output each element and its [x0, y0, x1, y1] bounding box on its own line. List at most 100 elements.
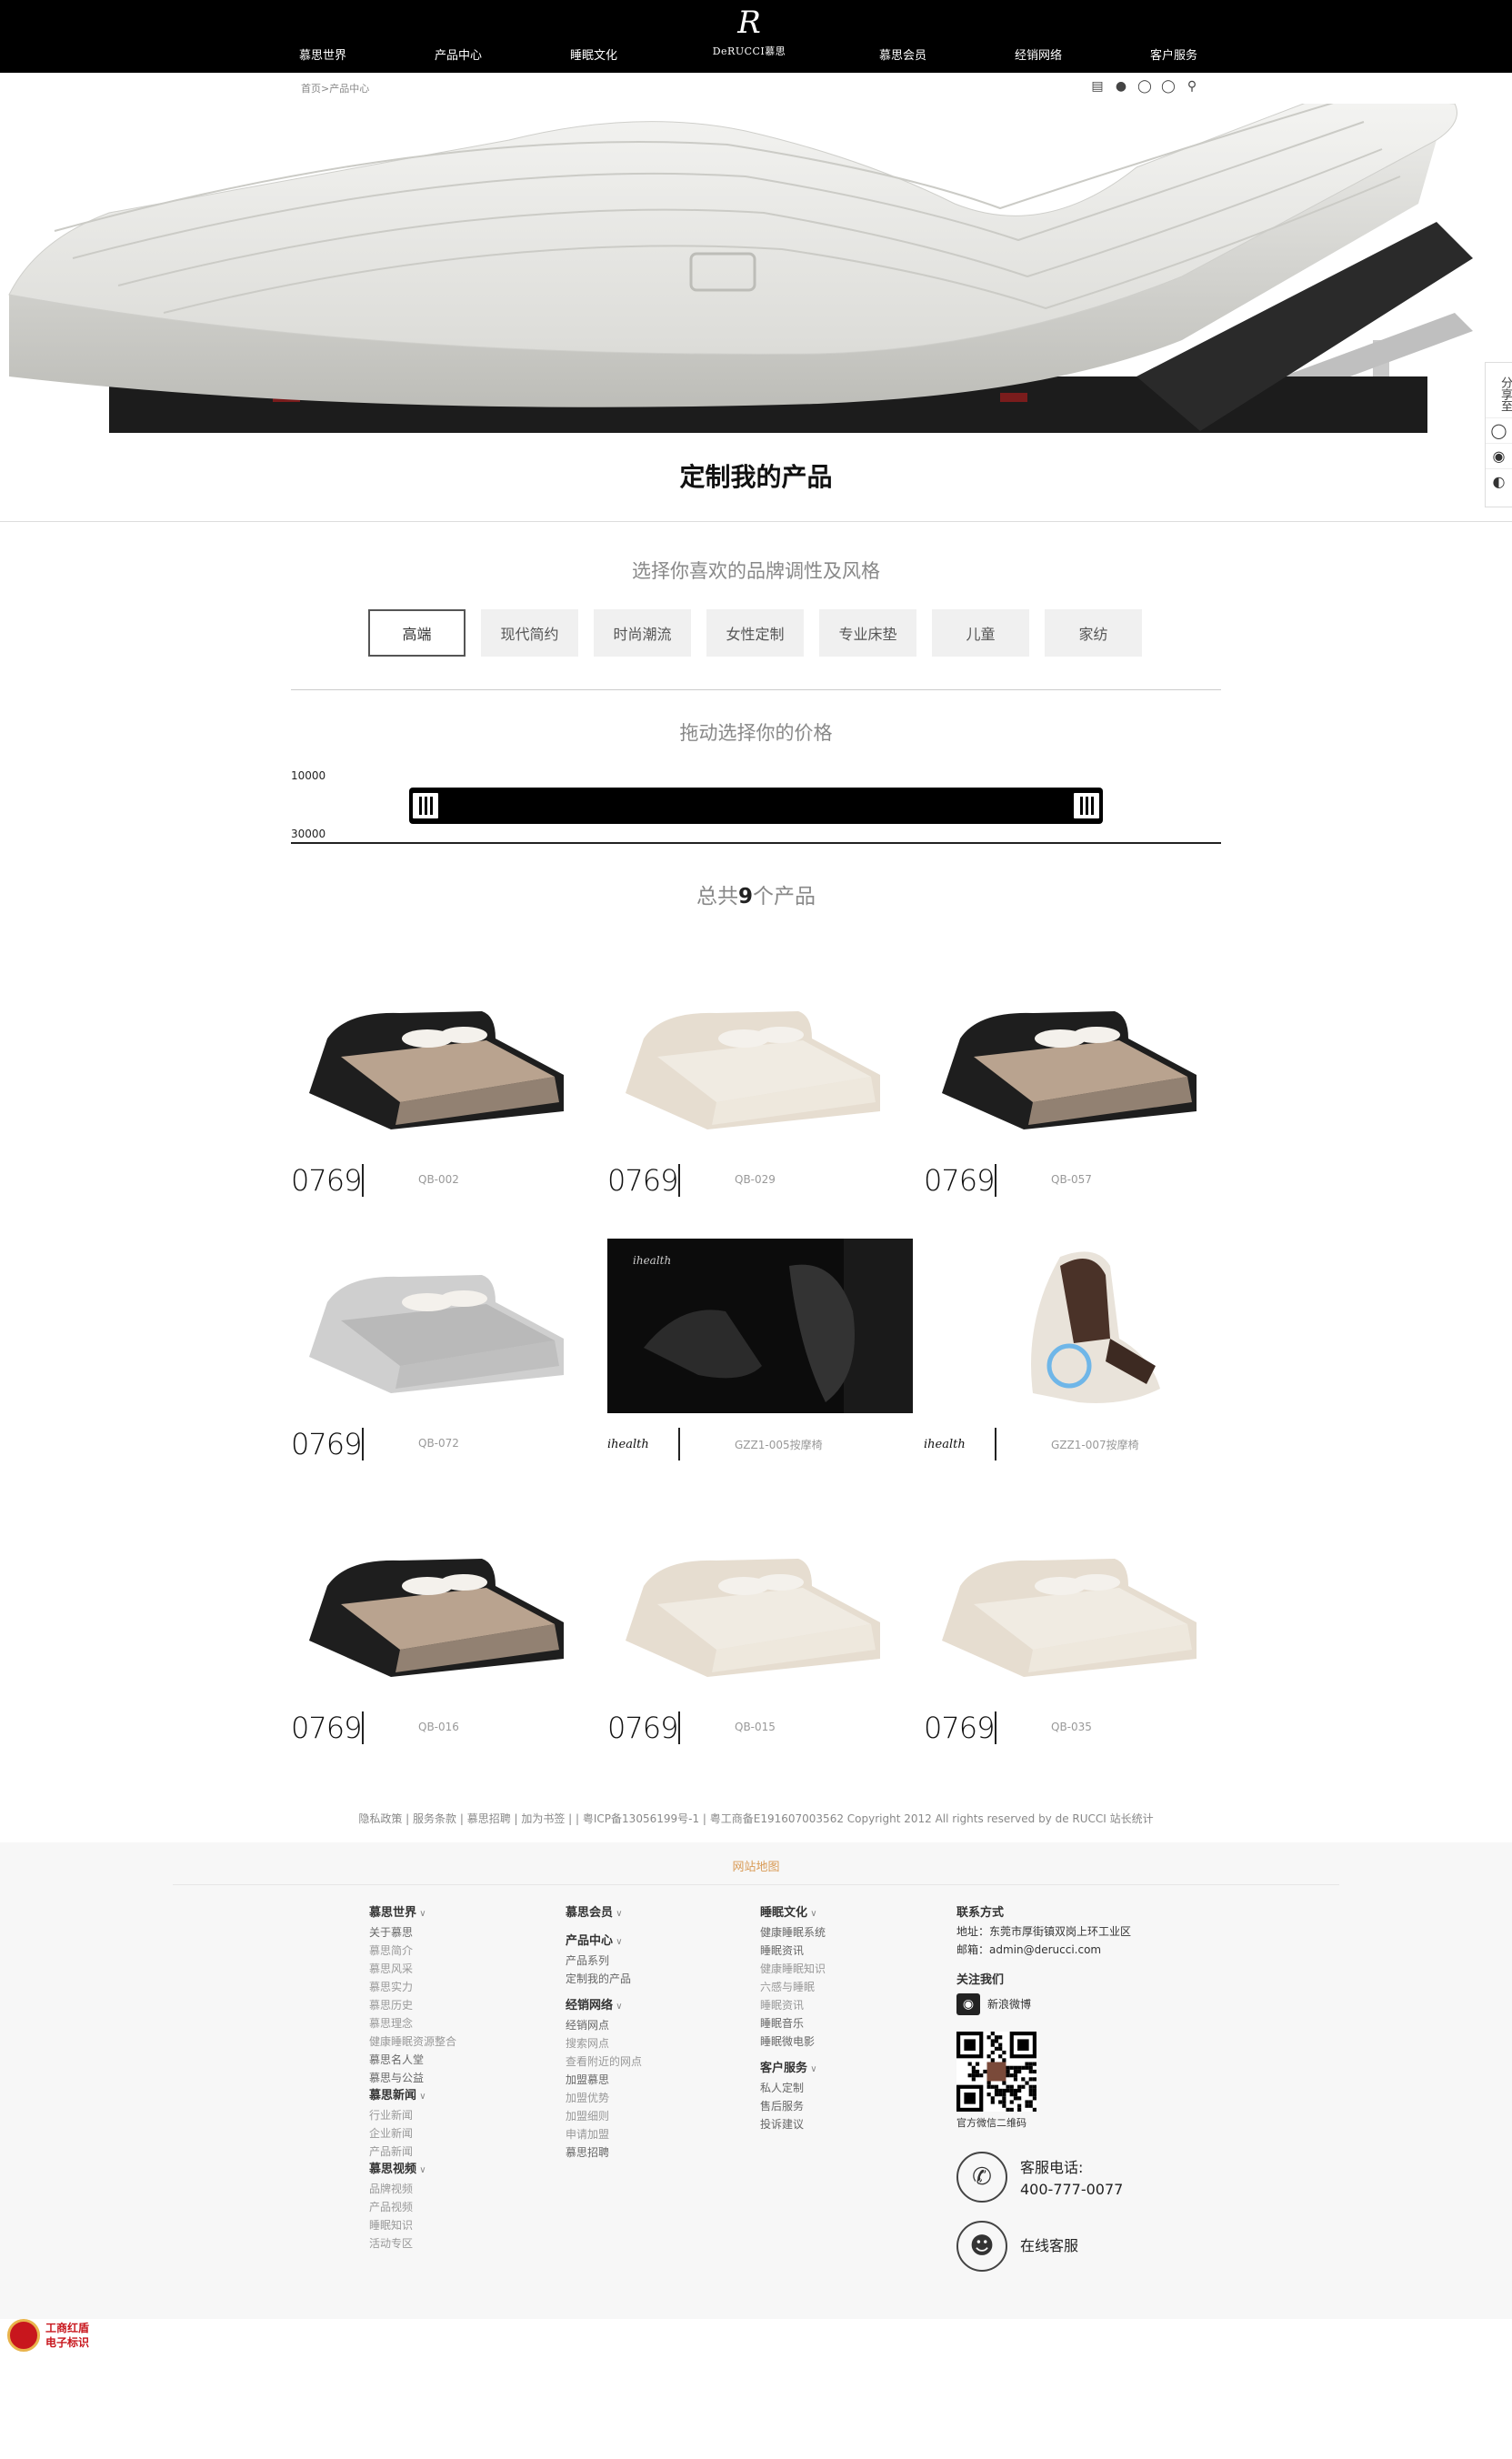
globe-icon[interactable]: ◯: [1137, 78, 1153, 95]
sitemap-link[interactable]: 慕思理念: [369, 2014, 456, 2032]
sitemap-heading[interactable]: 慕思视频 ∨: [369, 2161, 456, 2180]
nav-item-products[interactable]: 产品中心: [435, 45, 482, 63]
product-card[interactable]: ihealth ihealth GZZ1-005按摩椅: [607, 1239, 921, 1493]
sitemap-link[interactable]: 睡眠知识: [369, 2216, 456, 2234]
product-image[interactable]: ihealth: [607, 1239, 921, 1420]
sitemap-link[interactable]: 睡眠资讯: [760, 1942, 826, 1960]
sitemap-heading[interactable]: 客户服务 ∨: [760, 2060, 826, 2079]
sitemap-heading[interactable]: 慕思新闻 ∨: [369, 2087, 456, 2106]
style-option-modern[interactable]: 现代简约: [481, 609, 578, 657]
sitemap-link[interactable]: 睡眠微电影: [760, 2032, 826, 2051]
sitemap-link[interactable]: 活动专区: [369, 2234, 456, 2253]
gov-badge[interactable]: 工商红盾 电子标识: [7, 2319, 89, 2352]
sitemap-link[interactable]: 品牌视频: [369, 2180, 456, 2198]
style-option-female[interactable]: 女性定制: [706, 609, 804, 657]
product-image[interactable]: [607, 975, 921, 1157]
product-code[interactable]: QB-029: [735, 1173, 776, 1186]
product-card[interactable]: 0769 QB-015: [607, 1522, 921, 1777]
style-option-textile[interactable]: 家纺: [1045, 609, 1142, 657]
product-card[interactable]: 0769 QB-057: [924, 975, 1237, 1230]
sitemap-link[interactable]: 加盟优势: [566, 2089, 642, 2107]
sitemap-link[interactable]: 查看附近的网点: [566, 2053, 642, 2071]
sitemap-link[interactable]: 慕思与公益: [369, 2069, 456, 2087]
sitemap-title[interactable]: 网站地图: [0, 1857, 1512, 1874]
sitemap-link[interactable]: 产品系列: [566, 1952, 642, 1970]
sitemap-link[interactable]: 企业新闻: [369, 2124, 456, 2143]
price-slider-handle-max[interactable]: [1072, 791, 1101, 820]
breadcrumb[interactable]: 首页>产品中心: [301, 81, 369, 95]
sitemap-link[interactable]: 加盟细则: [566, 2107, 642, 2125]
sitemap-heading[interactable]: 经销网络 ∨: [566, 1997, 642, 2016]
product-code[interactable]: GZZ1-005按摩椅: [735, 1437, 823, 1452]
style-option-fashion[interactable]: 时尚潮流: [594, 609, 691, 657]
product-code[interactable]: QB-035: [1051, 1721, 1092, 1733]
product-code[interactable]: GZZ1-007按摩椅: [1051, 1437, 1139, 1452]
sitemap-link[interactable]: 申请加盟: [566, 2125, 642, 2143]
product-code[interactable]: QB-072: [418, 1437, 459, 1450]
sitemap-link[interactable]: 产品新闻: [369, 2143, 456, 2161]
price-slider-track[interactable]: [409, 788, 1103, 824]
nav-item-world[interactable]: 慕思世界: [299, 45, 346, 63]
style-option-kids[interactable]: 儿童: [932, 609, 1029, 657]
style-option-luxury[interactable]: 高端: [368, 609, 466, 657]
sitemap-link[interactable]: 慕思实力: [369, 1978, 456, 1996]
sitemap-link[interactable]: 健康睡眠知识: [760, 1960, 826, 1978]
search-icon[interactable]: ⚲: [1184, 78, 1200, 95]
weibo-link[interactable]: ◉ 新浪微博: [956, 1993, 1131, 2015]
sitemap-link[interactable]: 慕思历史: [369, 1996, 456, 2014]
product-card[interactable]: 0769 QB-016: [291, 1522, 605, 1777]
product-image[interactable]: [291, 1239, 605, 1420]
sitemap-link[interactable]: 慕思名人堂: [369, 2051, 456, 2069]
sitemap-link[interactable]: 健康睡眠资源整合: [369, 2032, 456, 2051]
qq-weibo-icon[interactable]: ◯: [1486, 417, 1512, 443]
globe2-icon[interactable]: ◯: [1160, 78, 1177, 95]
sitemap-link[interactable]: 健康睡眠系统: [760, 1923, 826, 1942]
product-image[interactable]: [924, 1522, 1237, 1704]
footer-links[interactable]: 隐私政策 | 服务条款 | 慕思招聘 | 加为书签 | | 粤ICP备13056…: [0, 1811, 1512, 1826]
user-icon[interactable]: ●: [1113, 78, 1129, 95]
sitemap-heading[interactable]: 慕思会员 ∨: [566, 1904, 642, 1923]
nav-item-member[interactable]: 慕思会员: [879, 45, 926, 63]
product-card[interactable]: ihealth GZZ1-007按摩椅: [924, 1239, 1237, 1493]
sitemap-link[interactable]: 行业新闻: [369, 2106, 456, 2124]
sitemap-link[interactable]: 慕思简介: [369, 1942, 456, 1960]
sitemap-heading[interactable]: 产品中心 ∨: [566, 1932, 642, 1952]
nav-item-culture[interactable]: 睡眠文化: [570, 45, 617, 63]
sitemap-link[interactable]: 经销网点: [566, 2016, 642, 2034]
sitemap-link[interactable]: 慕思招聘: [566, 2143, 642, 2162]
sitemap-link[interactable]: 睡眠音乐: [760, 2014, 826, 2032]
nav-item-dealers[interactable]: 经销网络: [1015, 45, 1062, 63]
sitemap-heading[interactable]: 慕思世界 ∨: [369, 1904, 456, 1923]
brand-logo[interactable]: R DeRUCCI慕思: [713, 7, 786, 58]
product-card[interactable]: 0769 QB-035: [924, 1522, 1237, 1777]
price-slider-handle-min[interactable]: [411, 791, 440, 820]
sitemap-link[interactable]: 关于慕思: [369, 1923, 456, 1942]
online-chat-icon[interactable]: ☻: [956, 2221, 1007, 2272]
sitemap-link[interactable]: 售后服务: [760, 2097, 826, 2115]
sitemap-link[interactable]: 搜索网点: [566, 2034, 642, 2053]
product-code[interactable]: QB-002: [418, 1173, 459, 1186]
sitemap-link[interactable]: 定制我的产品: [566, 1970, 642, 1988]
product-image[interactable]: [924, 975, 1237, 1157]
product-image[interactable]: [291, 1522, 605, 1704]
sitemap-link[interactable]: 投诉建议: [760, 2115, 826, 2133]
online-service-link[interactable]: 在线客服: [1020, 2235, 1078, 2257]
product-card[interactable]: 0769 QB-029: [607, 975, 921, 1230]
sitemap-link[interactable]: 慕思风采: [369, 1960, 456, 1978]
sitemap-link[interactable]: 六感与睡眠: [760, 1978, 826, 1996]
nav-item-service[interactable]: 客户服务: [1150, 45, 1197, 63]
sitemap-link[interactable]: 私人定制: [760, 2079, 826, 2097]
style-option-mattress[interactable]: 专业床垫: [819, 609, 916, 657]
sitemap-link[interactable]: 睡眠资讯: [760, 1996, 826, 2014]
product-card[interactable]: 0769 QB-072: [291, 1239, 605, 1493]
sitemap-heading[interactable]: 睡眠文化 ∨: [760, 1904, 826, 1923]
product-image[interactable]: [924, 1239, 1237, 1420]
product-card[interactable]: 0769 QB-002: [291, 975, 605, 1230]
product-image[interactable]: [607, 1522, 921, 1704]
product-code[interactable]: QB-015: [735, 1721, 776, 1733]
product-code[interactable]: QB-016: [418, 1721, 459, 1733]
sitemap-link[interactable]: 产品视频: [369, 2198, 456, 2216]
product-image[interactable]: [291, 975, 605, 1157]
sitemap-link[interactable]: 加盟慕思: [566, 2071, 642, 2089]
product-code[interactable]: QB-057: [1051, 1173, 1092, 1186]
